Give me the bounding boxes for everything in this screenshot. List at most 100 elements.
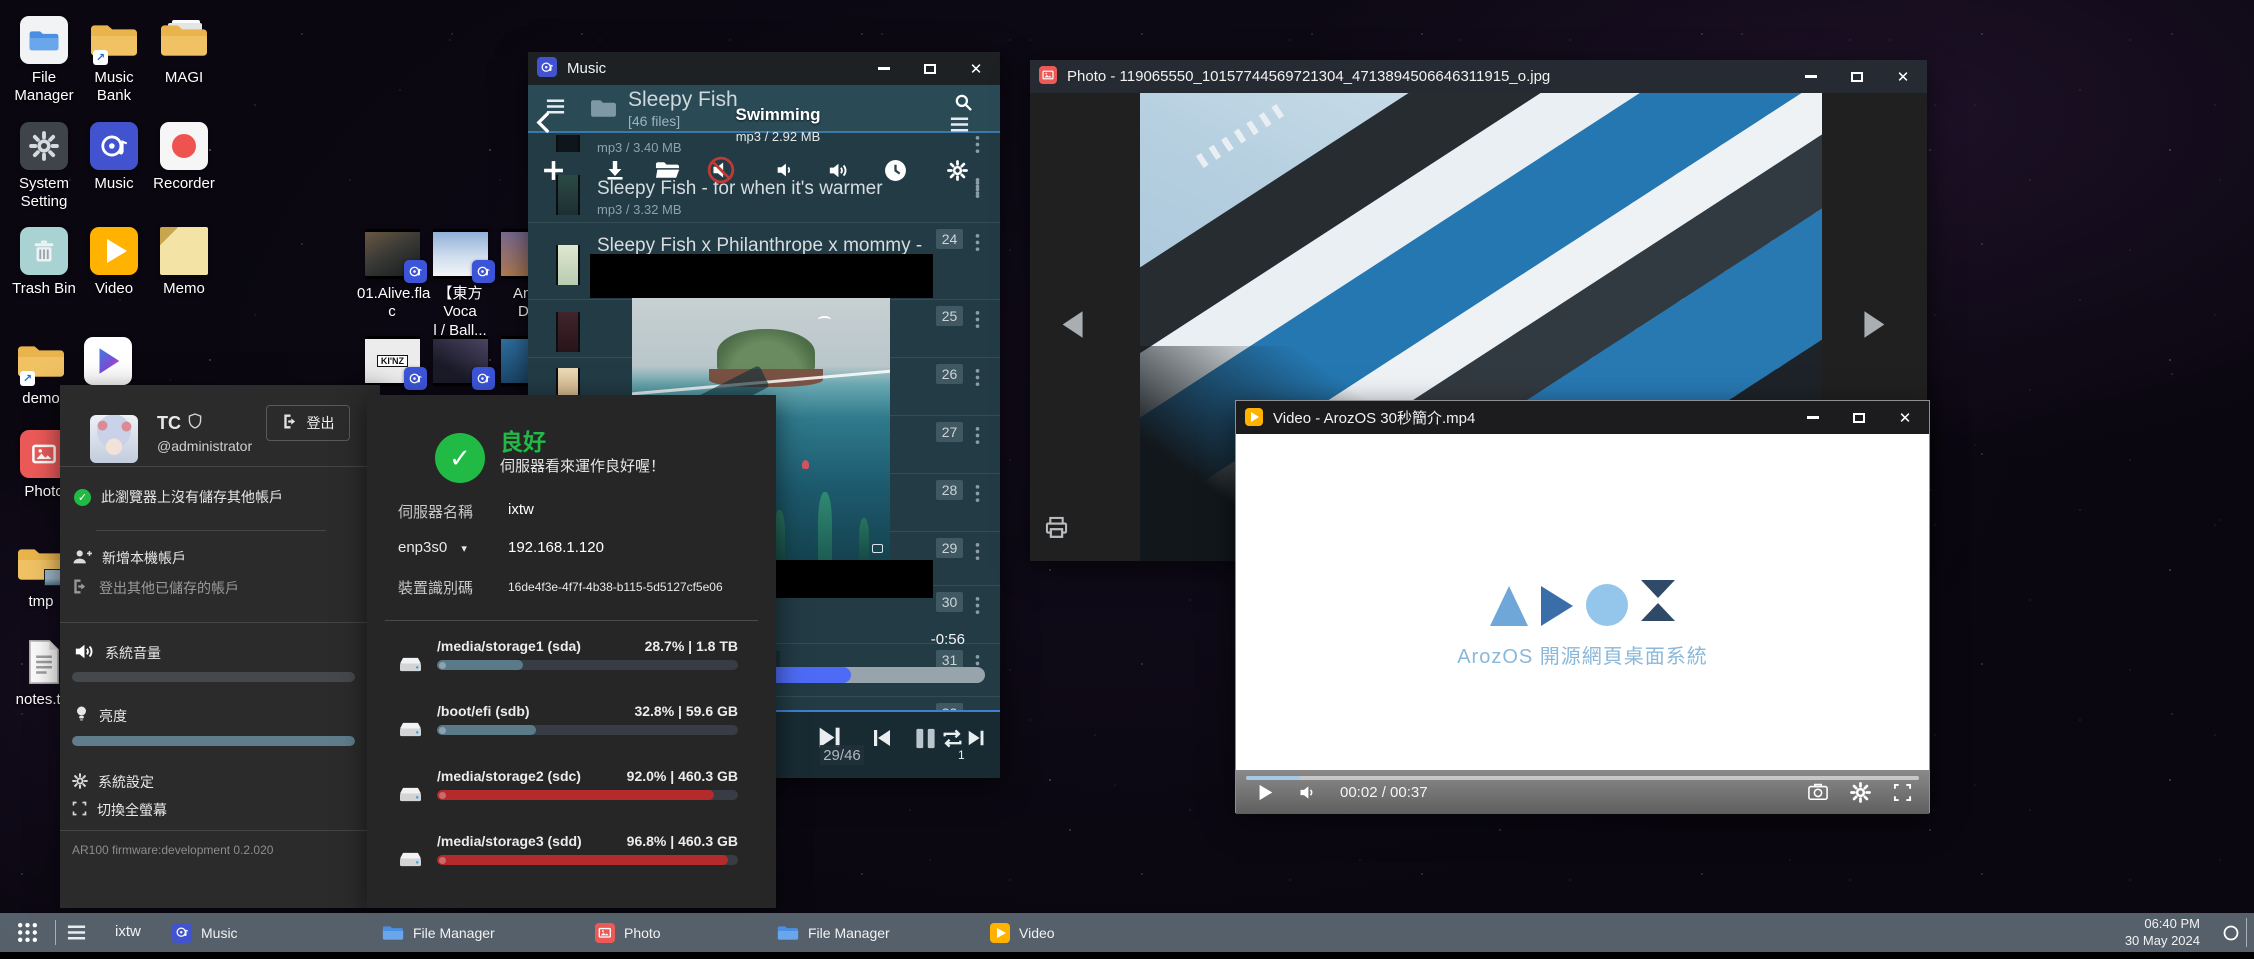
taskbar-item-music[interactable]: Music [172, 913, 238, 952]
power-icon[interactable] [2222, 924, 2240, 947]
kebab-icon[interactable] [975, 426, 980, 450]
taskbar-item-file-manager[interactable]: File Manager [777, 913, 890, 952]
toggle-fullscreen-item[interactable]: 切換全螢幕 [72, 800, 167, 820]
photo-titlebar[interactable]: Photo - 119065550_10157744569721304_4713… [1030, 60, 1927, 93]
kebab-icon[interactable] [975, 484, 980, 508]
open-folder-icon[interactable] [652, 155, 682, 185]
maximize-button[interactable] [1849, 69, 1865, 85]
kebab-icon[interactable] [975, 368, 980, 392]
taskbar-item-video[interactable]: Video [990, 913, 1055, 952]
add-local-account[interactable]: 新增本機帳戶 [72, 548, 186, 568]
arozos-tagline: ArozOS 開源網頁桌面系統 [1457, 640, 1708, 669]
media-file-icon[interactable]: KI'NZ [365, 336, 420, 386]
storage-bar [437, 855, 738, 865]
brightness-slider[interactable] [72, 736, 355, 746]
close-button[interactable]: ✕ [968, 61, 984, 77]
media-file-icon[interactable] [433, 336, 488, 386]
print-icon[interactable] [1043, 514, 1070, 546]
shield-icon [188, 413, 202, 434]
download-icon[interactable] [600, 155, 630, 185]
sort-menu-icon[interactable] [944, 109, 974, 139]
desktop-icon-label: Recorder [148, 175, 220, 193]
video-seek-bar[interactable] [1246, 776, 1919, 780]
maximize-button[interactable] [922, 61, 938, 77]
skip-previous-icon[interactable] [871, 727, 893, 749]
taskbar-item-file-manager[interactable]: File Manager [382, 913, 495, 952]
system-setting-item[interactable]: 系統設定 [72, 772, 154, 792]
time-remaining: -0:56 [931, 631, 965, 648]
desktop-icon-8-video-app[interactable]: Video [78, 227, 150, 298]
desktop-icon-3-folder-stack[interactable]: MAGI [148, 16, 220, 87]
volume-label: 系統音量 [105, 643, 161, 663]
play-icon[interactable] [1248, 775, 1282, 809]
kebab-icon[interactable] [975, 596, 980, 620]
avatar[interactable] [90, 415, 138, 463]
taskbar-menu-icon[interactable] [66, 922, 87, 948]
desktop-icon-1-file-manager[interactable]: File Manager [8, 16, 80, 106]
minimize-button[interactable] [1805, 410, 1821, 426]
settings-icon[interactable] [942, 155, 972, 185]
no-other-accounts-row: ✓ 此瀏覽器上沒有儲存其他帳戶 [74, 487, 366, 507]
media-file-icon[interactable] [365, 229, 420, 279]
desktop-icon-7-trash[interactable]: Trash Bin [8, 227, 80, 298]
kebab-icon[interactable] [975, 135, 980, 159]
logo-triangle [1490, 586, 1528, 626]
shortcut-arrow-icon: ↗ [93, 50, 108, 65]
no-other-accounts-label: 此瀏覽器上沒有儲存其他帳戶 [101, 487, 283, 507]
desktop-icon-9-memo[interactable]: Memo [148, 227, 220, 298]
back-icon[interactable] [528, 107, 558, 137]
music-file-badge-icon [472, 367, 495, 390]
prev-photo-icon[interactable] [1058, 309, 1085, 345]
fullscreen-icon[interactable] [1885, 775, 1919, 809]
desktop-icon-5-music-app[interactable]: Music [78, 122, 150, 193]
minimize-button[interactable] [876, 61, 892, 77]
close-button[interactable]: ✕ [1897, 410, 1913, 426]
app-grid-icon[interactable] [16, 921, 39, 949]
close-button[interactable]: ✕ [1895, 69, 1911, 85]
video-titlebar[interactable]: Video - ArozOS 30秒簡介.mp4 ✕ [1236, 401, 1929, 434]
add-file-icon[interactable] [538, 155, 568, 185]
pause-icon[interactable] [913, 726, 938, 751]
volume-up-icon[interactable] [822, 155, 852, 185]
snapshot-icon[interactable] [1801, 775, 1835, 809]
track-meta: mp3 / 3.32 MB [597, 202, 682, 217]
next-photo-icon[interactable] [1862, 309, 1889, 345]
storage-bar [437, 660, 738, 670]
media-file-label: 01.Alive.flac [357, 285, 427, 322]
desktop-icon-4-system-setting[interactable]: System Setting [8, 122, 80, 212]
desktop-icon-11-media-player[interactable] [72, 337, 144, 385]
user-handle: @administrator [157, 438, 252, 454]
taskbar-item-photo[interactable]: Photo [595, 913, 661, 952]
taskbar-clock[interactable]: 06:40 PM 30 May 2024 [2125, 916, 2200, 950]
kebab-icon[interactable] [975, 180, 980, 204]
status-description: 伺服器看來運作良好喔！ [500, 455, 665, 476]
volume-down-icon[interactable] [770, 155, 800, 185]
desktop-icon-6-recorder[interactable]: Recorder [148, 122, 220, 193]
media-file-icon[interactable] [433, 229, 488, 279]
settings-icon[interactable] [1843, 775, 1877, 809]
logout-saved-accounts[interactable]: 登出其他已儲存的帳戶 [72, 578, 239, 598]
logout-button[interactable]: 登出 [266, 405, 350, 441]
music-titlebar[interactable]: Music ✕ [528, 52, 1000, 85]
history-icon[interactable] [880, 155, 910, 185]
kebab-icon[interactable] [975, 542, 980, 566]
drive-icon [397, 654, 424, 680]
mute-icon[interactable] [706, 155, 736, 185]
skip-next-icon[interactable] [966, 728, 986, 748]
speaker-icon[interactable] [1290, 775, 1324, 809]
interface-dropdown[interactable]: enp3s0 ▾ [398, 539, 467, 556]
taskbar-item-label: Video [1019, 925, 1055, 941]
storage-usage: 32.8% | 59.6 GB [587, 703, 738, 719]
clock-time: 06:40 PM [2125, 916, 2200, 933]
server-name-label: 伺服器名稱 [398, 501, 473, 522]
maximize-button[interactable] [1851, 410, 1867, 426]
video-body[interactable]: ArozOS 開源網頁桌面系統 00:02 / 00:37 [1236, 434, 1929, 814]
desktop-icon-label: File Manager [8, 69, 80, 106]
ip-address-value: 192.168.1.120 [508, 539, 604, 556]
desktop-icon-2-folder-shortcut[interactable]: ↗Music Bank [78, 16, 150, 106]
taskbar-item-label: Music [201, 925, 238, 941]
kebab-icon[interactable] [975, 233, 980, 257]
kebab-icon[interactable] [975, 310, 980, 334]
volume-slider[interactable] [72, 672, 355, 682]
minimize-button[interactable] [1803, 69, 1819, 85]
